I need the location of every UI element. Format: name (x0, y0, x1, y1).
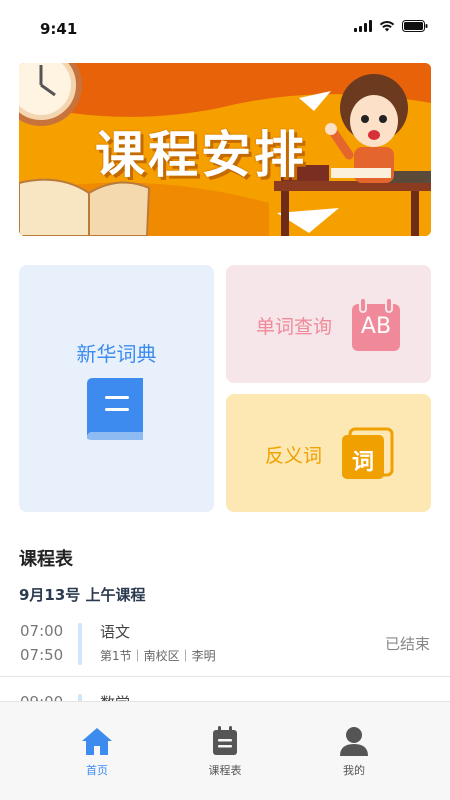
schedule-section-title: 课程表 (19, 549, 73, 570)
course-status: 已结束 (384, 635, 430, 653)
tab-home-label: 首页 (86, 764, 108, 777)
tab-bar: 首页 课程表 我的 (0, 701, 450, 800)
course-item[interactable]: 07:00 07:50 语文 第1节｜南校区｜李明 已结束 (0, 619, 450, 683)
ab-calendar-icon: AB (351, 298, 401, 352)
course-name: 语文 (100, 623, 131, 641)
tab-mine-label: 我的 (343, 764, 365, 777)
battery-icon (402, 20, 428, 32)
course-meta: 第1节｜南校区｜李明 (100, 649, 216, 663)
dictionary-tile[interactable]: 新华词典 (19, 265, 214, 512)
signal-icon (354, 20, 372, 32)
user-icon (340, 727, 368, 756)
course-times: 07:00 07:50 (20, 619, 63, 667)
tab-schedule-label: 课程表 (208, 764, 242, 777)
course-end-time: 07:50 (20, 646, 64, 664)
schedule-date-title: 9月13号 上午课程 (19, 586, 146, 604)
banner[interactable]: 课程安排 (19, 63, 431, 236)
word-lookup-label: 单词查询 (256, 316, 333, 338)
book-icon (87, 378, 143, 440)
tab-mine[interactable]: 我的 (314, 726, 394, 778)
dictionary-label: 新华词典 (76, 342, 157, 366)
banner-title: 课程安排 (95, 126, 307, 184)
home-icon (82, 728, 112, 755)
word-card-icon: 词 (340, 427, 394, 481)
status-time: 9:41 (40, 20, 78, 38)
status-bar: 9:41 (0, 0, 450, 56)
divider (0, 676, 450, 677)
antonym-tile[interactable]: 反义词 词 (226, 394, 431, 512)
tab-home[interactable]: 首页 (57, 726, 137, 778)
status-icons (354, 20, 428, 32)
tab-schedule[interactable]: 课程表 (185, 726, 265, 778)
course-start-time: 07:00 (20, 622, 64, 640)
wifi-icon (379, 21, 395, 32)
course-timeline-bar (78, 623, 82, 665)
ab-icon-text: AB (360, 314, 392, 339)
antonym-label: 反义词 (265, 445, 323, 467)
word-lookup-tile[interactable]: 单词查询 AB (226, 265, 431, 383)
word-card-icon-text: 词 (351, 450, 374, 475)
calendar-icon (213, 726, 237, 755)
